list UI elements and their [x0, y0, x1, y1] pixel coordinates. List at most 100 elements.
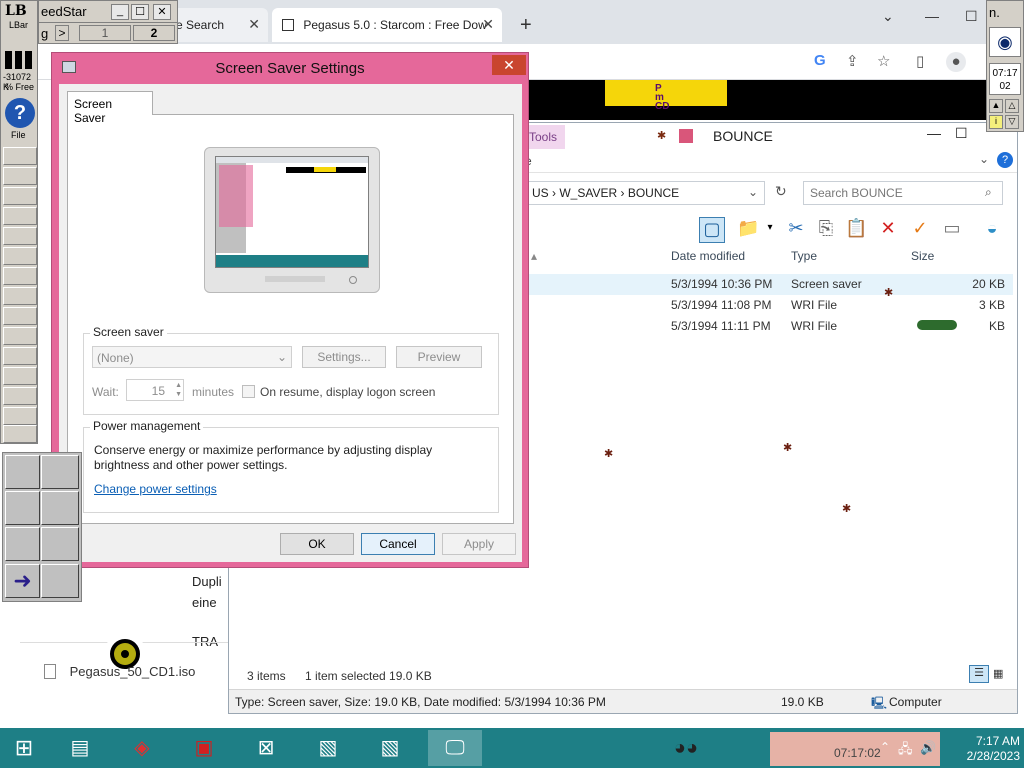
- google-icon[interactable]: G: [814, 52, 826, 69]
- network-icon[interactable]: 🖧: [898, 740, 913, 762]
- system-clock[interactable]: 7:17 AM 2/28/2023: [940, 734, 1020, 764]
- folder-options-icon[interactable]: 📁: [737, 217, 759, 239]
- delete-icon[interactable]: ✕: [877, 217, 899, 239]
- close-button[interactable]: ✕: [153, 4, 171, 20]
- close-icon[interactable]: ✕: [482, 16, 494, 33]
- grid-cell[interactable]: [5, 527, 40, 561]
- grid-cell[interactable]: [5, 455, 40, 489]
- lbar-slot[interactable]: [3, 287, 37, 305]
- lbar-slot[interactable]: [3, 307, 37, 325]
- column-2[interactable]: 2: [133, 25, 175, 41]
- cancel-button[interactable]: Cancel: [361, 533, 435, 555]
- colorful-app-icon[interactable]: ◈: [118, 730, 166, 766]
- resume-checkbox[interactable]: [242, 385, 255, 398]
- properties-icon[interactable]: ▭: [941, 217, 963, 239]
- chevron-down-icon[interactable]: ⌄: [882, 8, 894, 25]
- maximize-button[interactable]: ☐: [131, 4, 149, 20]
- tab-tools[interactable]: Tools: [525, 125, 565, 149]
- table-row[interactable]: 5/3/1994 10:36 PM Screen saver 20 KB: [525, 274, 1013, 295]
- new-tab-button[interactable]: +: [520, 14, 532, 37]
- bookmark-star-icon[interactable]: ☆: [877, 52, 890, 70]
- minimize-button[interactable]: _: [111, 4, 129, 20]
- maximize-button[interactable]: ☐: [965, 8, 978, 25]
- table-row[interactable]: 5/3/1994 11:08 PM WRI File 3 KB: [525, 295, 1013, 316]
- cut-icon[interactable]: ✂: [785, 217, 807, 239]
- lbar-slot[interactable]: [3, 227, 37, 245]
- lbar-slot[interactable]: [3, 167, 37, 185]
- chevron-right-icon[interactable]: >: [55, 25, 69, 41]
- lbar-slot[interactable]: [3, 207, 37, 225]
- tiles-view-icon[interactable]: ▦: [993, 667, 1003, 680]
- window-app-icon[interactable]: ⊠: [242, 730, 290, 766]
- minimize-button[interactable]: —: [925, 8, 939, 24]
- maximize-button[interactable]: ☐: [955, 125, 968, 142]
- column-header-date[interactable]: Date modified: [671, 249, 745, 263]
- help-icon[interactable]: ?: [5, 98, 35, 128]
- chevron-down-icon[interactable]: ▾: [759, 217, 781, 239]
- breadcrumb-item[interactable]: W_SAVER: [559, 186, 617, 200]
- refresh-icon[interactable]: ↻: [775, 183, 787, 200]
- column-1[interactable]: 1: [79, 25, 131, 41]
- copy-icon[interactable]: ⎘: [815, 217, 837, 239]
- lbar-slot[interactable]: [3, 147, 37, 165]
- chevron-down-icon[interactable]: ⌄: [748, 185, 758, 199]
- volume-icon[interactable]: 🔊: [920, 740, 936, 756]
- arrow-right-icon[interactable]: ➜: [5, 564, 40, 598]
- details-view-icon[interactable]: ☰: [969, 665, 989, 683]
- change-power-settings-link[interactable]: Change power settings: [94, 482, 217, 496]
- breadcrumb-item[interactable]: BOUNCE: [628, 186, 679, 200]
- close-icon[interactable]: ✕: [248, 16, 260, 33]
- chevron-down-icon[interactable]: ⌄: [979, 152, 989, 166]
- profile-icon[interactable]: ●: [946, 52, 966, 72]
- explorer-app-icon[interactable]: ▧: [304, 730, 352, 766]
- grid-cell[interactable]: [41, 491, 79, 525]
- grid-cell[interactable]: [5, 491, 40, 525]
- tab-screen-saver[interactable]: Screen Saver: [67, 91, 153, 125]
- notepad-icon[interactable]: ▤: [56, 730, 104, 766]
- up-arrow-icon[interactable]: △: [1005, 99, 1019, 113]
- ok-button[interactable]: OK: [280, 533, 354, 555]
- help-icon[interactable]: ?: [997, 152, 1013, 168]
- view-pane-icon[interactable]: ▢: [699, 217, 725, 243]
- grid-cell[interactable]: [41, 455, 79, 489]
- grid-cell[interactable]: [41, 527, 79, 561]
- lbar-slot[interactable]: [3, 407, 37, 425]
- paste-icon[interactable]: 📋: [845, 217, 867, 239]
- screen-saver-app-icon[interactable]: 🖵: [428, 730, 482, 766]
- lbar-slot[interactable]: [3, 425, 37, 443]
- checkmark-icon[interactable]: ✓: [909, 217, 931, 239]
- side-panel-icon[interactable]: ▯: [916, 52, 924, 70]
- breadcrumb[interactable]: US › W_SAVER › BOUNCE ⌄: [525, 181, 765, 205]
- lbar-slot[interactable]: [3, 187, 37, 205]
- search-input[interactable]: Search BOUNCE: [803, 181, 1003, 205]
- spin-arrows-icon[interactable]: ▲ ▼: [175, 381, 182, 399]
- file-button-label[interactable]: File: [11, 130, 26, 140]
- lbar-slot[interactable]: [3, 367, 37, 385]
- lbar-slot[interactable]: [3, 387, 37, 405]
- browser-tab-pegasus[interactable]: Pegasus 5.0 : Starcom : Free Dow ✕: [272, 8, 502, 42]
- download-file-item[interactable]: Pegasus_50_CD1.iso: [44, 664, 195, 679]
- lbar-slot[interactable]: [3, 267, 37, 285]
- preview-button[interactable]: Preview: [396, 346, 482, 368]
- column-header-size[interactable]: Size: [911, 249, 934, 263]
- down-arrow-icon[interactable]: ▽: [1005, 115, 1019, 129]
- share-icon[interactable]: ⇪: [846, 52, 859, 70]
- lbar-slot[interactable]: [3, 327, 37, 345]
- info-icon[interactable]: i: [989, 115, 1003, 129]
- close-button[interactable]: ✕: [492, 55, 526, 75]
- explorer-app-icon[interactable]: ▧: [366, 730, 414, 766]
- up-arrow-icon[interactable]: ▲: [989, 99, 1003, 113]
- start-button[interactable]: ⊞: [0, 730, 48, 766]
- settings-button[interactable]: Settings...: [302, 346, 386, 368]
- lbar-slot[interactable]: [3, 347, 37, 365]
- breadcrumb-item[interactable]: US: [532, 186, 549, 200]
- apply-button[interactable]: Apply: [442, 533, 516, 555]
- shell-icon[interactable]: ◒: [981, 217, 1003, 239]
- wait-stepper[interactable]: 15 ▲ ▼: [126, 379, 184, 401]
- screen-saver-select[interactable]: (None) ⌄: [92, 346, 292, 368]
- eye-icon[interactable]: ◉: [989, 27, 1021, 57]
- minimize-button[interactable]: —: [927, 125, 941, 141]
- chevron-up-icon[interactable]: ⌃: [880, 740, 890, 754]
- table-row[interactable]: 5/3/1994 11:11 PM WRI File KB: [525, 316, 1013, 337]
- column-header-type[interactable]: Type: [791, 249, 817, 263]
